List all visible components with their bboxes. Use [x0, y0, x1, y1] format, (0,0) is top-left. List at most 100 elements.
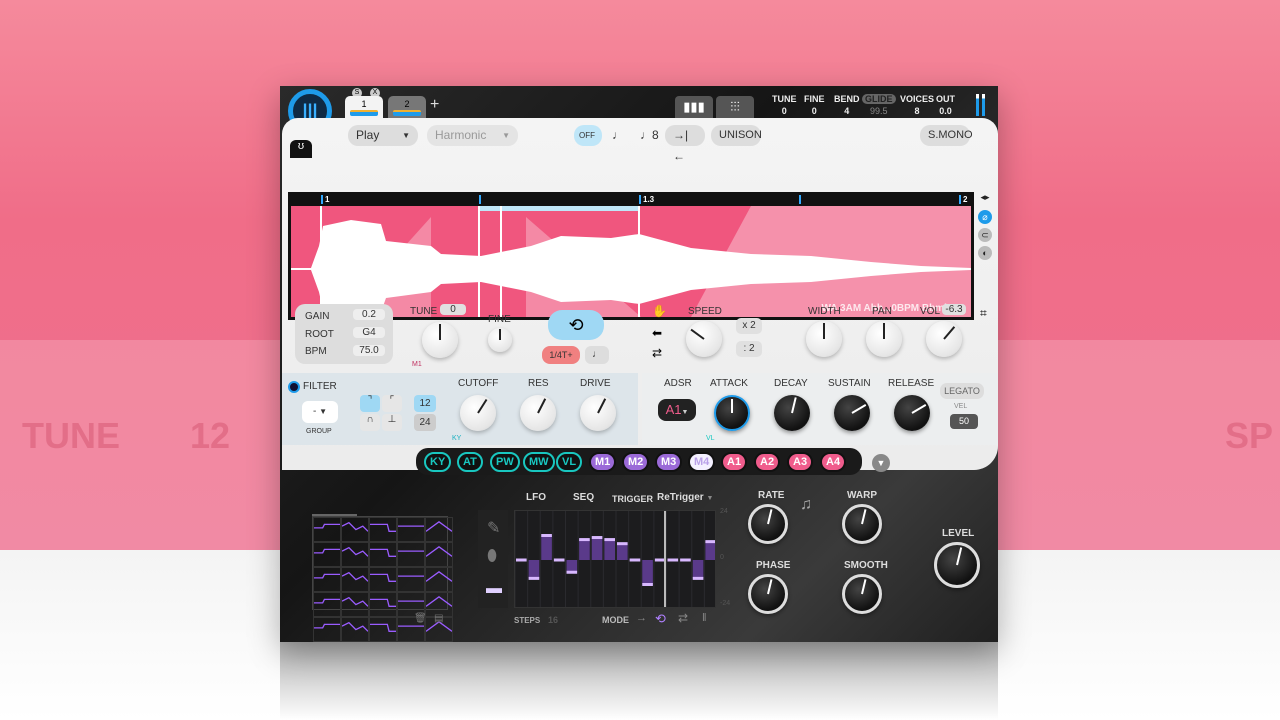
- lfo-shape-preset[interactable]: [425, 542, 453, 567]
- sync-rate-button[interactable]: 1/4T+: [542, 346, 580, 364]
- mod-source-pw[interactable]: PW: [490, 452, 520, 472]
- pencil-icon[interactable]: ✎: [487, 518, 500, 538]
- mod-source-ky[interactable]: KY: [424, 452, 452, 472]
- eraser-icon[interactable]: ⬮: [487, 548, 497, 566]
- quantize-off-button[interactable]: OFF: [574, 125, 602, 146]
- envelope-select-dropdown[interactable]: A1▼: [658, 399, 696, 421]
- snap-center-button[interactable]: →|←: [665, 125, 705, 163]
- mode-pingpong-icon[interactable]: ⇄: [678, 611, 688, 625]
- mod-source-vl[interactable]: VL: [556, 452, 583, 472]
- lfo-shape-preset[interactable]: [397, 517, 425, 542]
- res-knob[interactable]: [520, 395, 556, 431]
- mod-source-m4[interactable]: M4: [688, 452, 716, 472]
- mode-forward-icon[interactable]: →: [636, 612, 647, 624]
- lfo-shape-preset[interactable]: [313, 517, 341, 542]
- magnet-icon[interactable]: ⊂: [978, 228, 992, 242]
- smono-button[interactable]: S.MONO: [920, 125, 973, 146]
- notch-button[interactable]: ⊥: [382, 414, 402, 431]
- lfo-shape-preset[interactable]: [397, 542, 425, 567]
- arrow-left-icon[interactable]: ⬅: [652, 326, 662, 340]
- lfo-shape-preset[interactable]: [313, 542, 341, 567]
- speaker-icon[interactable]: ◐: [978, 246, 992, 260]
- trigger-dropdown[interactable]: ReTrigger ▼: [657, 492, 713, 503]
- mod-source-m2[interactable]: M2: [622, 452, 650, 472]
- harmonic-dropdown[interactable]: Harmonic ▼: [427, 125, 518, 146]
- mod-source-a1[interactable]: A1: [721, 452, 748, 472]
- lfo-shape-preset[interactable]: [341, 617, 369, 642]
- note-quantize-button[interactable]: ♩: [604, 125, 630, 146]
- warp-knob[interactable]: [842, 504, 882, 544]
- slope-12-button[interactable]: 12: [414, 395, 436, 412]
- wave-edit-icon[interactable]: ʊ: [290, 140, 312, 158]
- unison-button[interactable]: UNISON: [711, 125, 762, 146]
- timeline-ruler[interactable]: 1 1.3 2: [291, 195, 971, 206]
- tab-seq[interactable]: SEQ: [573, 492, 594, 503]
- lfo-shape-grid[interactable]: [312, 516, 453, 642]
- play-mode-dropdown[interactable]: Play ▼: [348, 125, 418, 146]
- velocity-field[interactable]: 50: [950, 414, 978, 429]
- swap-arrows-icon[interactable]: ⇄: [652, 346, 662, 360]
- lfo-shape-preset[interactable]: [369, 617, 397, 642]
- lfo-shape-preset[interactable]: [341, 567, 369, 592]
- lfo-shape-preset[interactable]: [369, 542, 397, 567]
- smooth-knob[interactable]: [842, 574, 882, 614]
- group-dropdown[interactable]: - ▼: [302, 401, 338, 423]
- vol-knob[interactable]: [926, 321, 962, 357]
- chevron-down-icon[interactable]: ▼: [872, 454, 890, 472]
- step-sequencer[interactable]: [514, 510, 716, 608]
- fine-knob[interactable]: [488, 328, 512, 352]
- readout-glide[interactable]: GLIDE 99.5: [862, 94, 896, 116]
- mod-source-m3[interactable]: M3: [655, 452, 683, 472]
- mod-source-mw[interactable]: MW: [523, 452, 555, 472]
- snap-icon[interactable]: ⌀: [978, 210, 992, 224]
- pan-knob[interactable]: [866, 321, 902, 357]
- expand-horizontal-icon[interactable]: ◂▸: [978, 190, 992, 204]
- level-knob[interactable]: [934, 542, 980, 588]
- lfo-shape-preset[interactable]: [425, 567, 453, 592]
- crop-icon[interactable]: ⌗: [980, 306, 987, 321]
- sustain-knob[interactable]: [834, 395, 870, 431]
- phase-knob[interactable]: [748, 574, 788, 614]
- add-tab-button[interactable]: +: [430, 96, 439, 114]
- lfo-shape-preset[interactable]: [341, 592, 369, 617]
- lfo-shape-preset[interactable]: [397, 567, 425, 592]
- slope-24-button[interactable]: 24: [414, 414, 436, 431]
- lfo-shape-preset[interactable]: [313, 567, 341, 592]
- mod-source-at[interactable]: AT: [457, 452, 483, 472]
- lfo-shape-preset[interactable]: [313, 592, 341, 617]
- speed-double-button[interactable]: x 2: [736, 318, 762, 334]
- folder-icon[interactable]: ▬: [486, 580, 502, 598]
- tune-knob[interactable]: [422, 322, 458, 358]
- bandpass-button[interactable]: ∩: [360, 414, 380, 431]
- music-note-icon[interactable]: ♫: [800, 496, 812, 514]
- highpass-button[interactable]: ⌜: [382, 395, 402, 412]
- trash-icon[interactable]: 🗑: [414, 613, 427, 624]
- waveform-display[interactable]: 1 1.3 2 WA 3AM Ahh...0BPM Bbmin: [288, 192, 974, 320]
- hand-icon[interactable]: ✋: [652, 304, 667, 318]
- mod-source-a4[interactable]: A4: [820, 452, 847, 472]
- sync-note-button[interactable]: ♩: [585, 346, 609, 364]
- mod-source-a3[interactable]: A3: [787, 452, 814, 472]
- bpm-field[interactable]: 75.0: [353, 345, 385, 356]
- mod-source-m1[interactable]: M1: [589, 452, 617, 472]
- speed-knob[interactable]: [686, 321, 722, 357]
- lfo-shape-preset[interactable]: [313, 617, 341, 642]
- rate-knob[interactable]: [748, 504, 788, 544]
- tab-2[interactable]: 2: [388, 96, 426, 119]
- lfo-shape-preset[interactable]: [369, 567, 397, 592]
- lfo-shape-preset[interactable]: [369, 592, 397, 617]
- tab-lfo[interactable]: LFO: [526, 492, 546, 503]
- lfo-shape-preset[interactable]: [425, 517, 453, 542]
- gain-field[interactable]: 0.2: [353, 309, 385, 320]
- lfo-shape-preset[interactable]: [341, 542, 369, 567]
- cutoff-knob[interactable]: [460, 395, 496, 431]
- keyboard-view-button[interactable]: ▮▮▮: [675, 96, 713, 118]
- attack-knob[interactable]: [714, 395, 750, 431]
- readout-out[interactable]: OUT 0.0: [936, 94, 955, 116]
- readout-tune[interactable]: TUNE 0: [772, 94, 797, 116]
- lowpass-button[interactable]: ⌝: [360, 395, 380, 412]
- loop-button[interactable]: ⟲: [548, 310, 604, 340]
- mixer-view-button[interactable]: ⫶⫶⫶: [716, 96, 754, 118]
- tab-1[interactable]: 1: [345, 96, 383, 119]
- lfo-shape-preset[interactable]: [369, 517, 397, 542]
